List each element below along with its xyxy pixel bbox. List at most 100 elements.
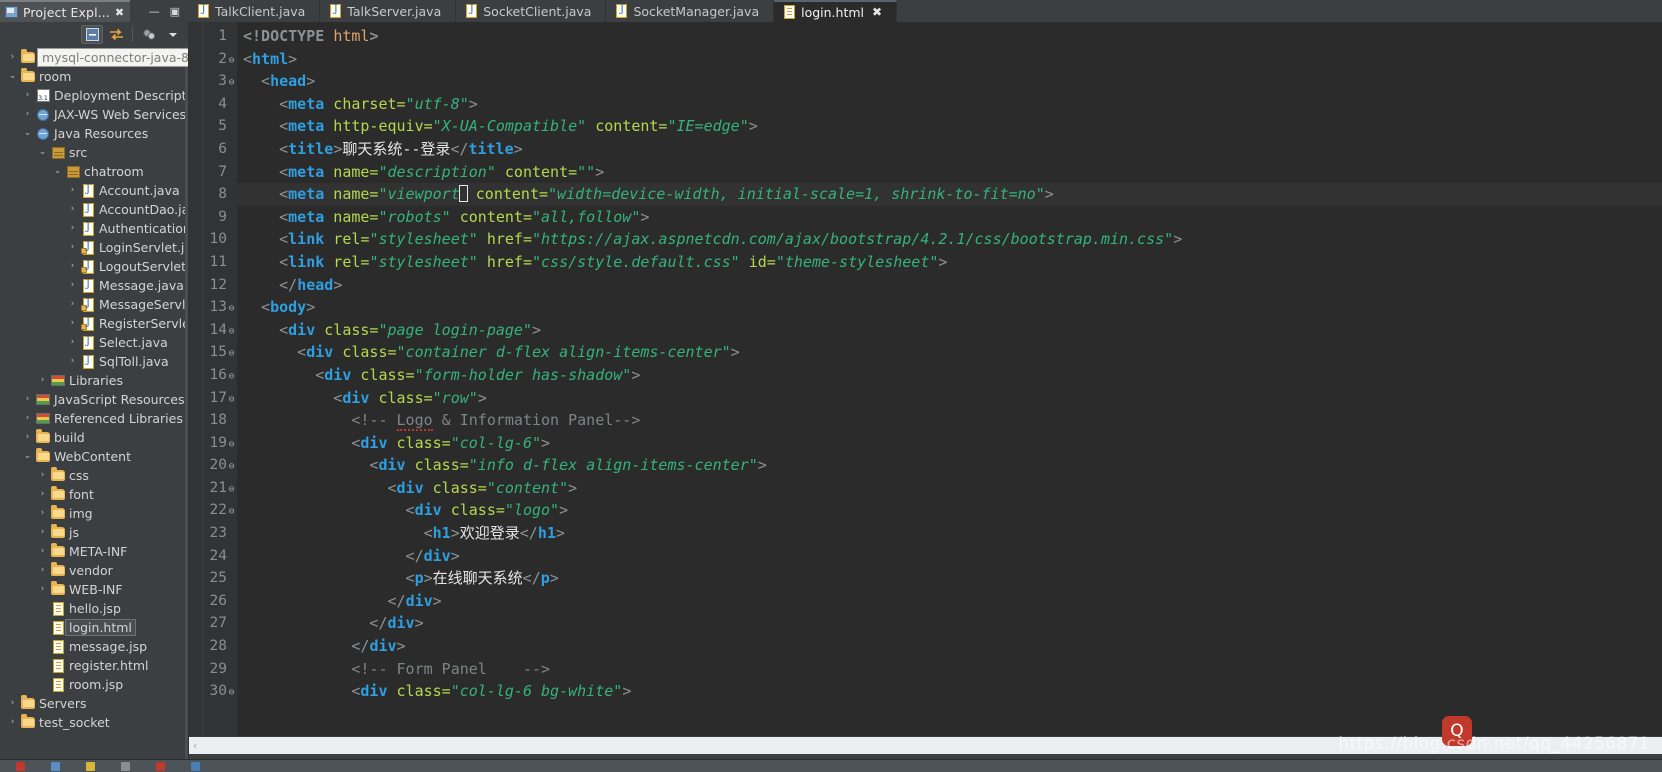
code-line[interactable]: </div> bbox=[237, 545, 1662, 568]
chevron-down-icon[interactable]: ⌄ bbox=[51, 167, 64, 176]
editor-tab-socketclient-java[interactable]: SocketClient.java bbox=[456, 0, 607, 22]
code-line[interactable]: </head> bbox=[237, 274, 1662, 297]
sidebar-item-message-jsp[interactable]: message.jsp bbox=[0, 637, 188, 656]
chevron-right-icon[interactable]: › bbox=[21, 395, 34, 404]
chevron-right-icon[interactable]: › bbox=[6, 53, 19, 62]
sidebar-item-referenced-libraries[interactable]: › Referenced Libraries bbox=[0, 409, 188, 428]
sidebar-item-hello-jsp[interactable]: hello.jsp bbox=[0, 599, 188, 618]
chevron-down-icon[interactable]: ⌄ bbox=[21, 129, 34, 138]
view-menu-button[interactable] bbox=[138, 25, 160, 44]
maximize-icon[interactable]: ▣ bbox=[170, 6, 180, 17]
sidebar-item-deployment-descripto[interactable]: › Deployment Descripto bbox=[0, 86, 188, 105]
close-view-icon[interactable]: ✖ bbox=[115, 6, 124, 19]
link-with-editor-button[interactable] bbox=[105, 25, 127, 44]
minimize-icon[interactable]: — bbox=[149, 6, 160, 17]
chevron-right-icon[interactable]: › bbox=[36, 471, 49, 480]
fold-toggle-icon[interactable]: ⊖ bbox=[227, 50, 236, 73]
sidebar-item-mysql-connector-java-8-0-17[interactable]: › mysql-connector-java-8.0.17 bbox=[0, 48, 188, 67]
sidebar-item-sqltoll-java[interactable]: › SqlToll.java bbox=[0, 352, 188, 371]
code-line[interactable]: <meta http-equiv="X-UA-Compatible" conte… bbox=[237, 115, 1662, 138]
project-tree[interactable]: › mysql-connector-java-8.0.17 ⌄ room › Deploy… bbox=[0, 47, 188, 772]
code-line[interactable]: </div> bbox=[237, 590, 1662, 613]
chevron-right-icon[interactable]: › bbox=[66, 300, 79, 309]
close-icon[interactable]: ✖ bbox=[872, 5, 882, 19]
code-line[interactable]: <!-- Logo & Information Panel--> bbox=[237, 409, 1662, 432]
sidebar-item-build[interactable]: › build bbox=[0, 428, 188, 447]
sidebar-item-src[interactable]: ⌄ src bbox=[0, 143, 188, 162]
sidebar-item-test-socket[interactable]: › test_socket bbox=[0, 713, 188, 732]
chevron-right-icon[interactable]: › bbox=[66, 243, 79, 252]
chevron-right-icon[interactable]: › bbox=[36, 528, 49, 537]
chevron-right-icon[interactable]: › bbox=[66, 357, 79, 366]
taskbar-item-2[interactable] bbox=[51, 761, 60, 771]
sidebar-item-jax-ws-web-services[interactable]: › JAX-WS Web Services bbox=[0, 105, 188, 124]
code-line[interactable]: <div class="page login-page"> bbox=[237, 319, 1662, 342]
sidebar-item-loginservlet-j[interactable]: › LoginServlet.j bbox=[0, 238, 188, 257]
code-line[interactable]: <title>聊天系统--登录</title> bbox=[237, 138, 1662, 161]
sidebar-item-chatroom[interactable]: ⌄ chatroom bbox=[0, 162, 188, 181]
fold-toggle-icon[interactable]: ⊖ bbox=[227, 72, 236, 95]
chevron-right-icon[interactable]: › bbox=[36, 376, 49, 385]
sidebar-item-meta-inf[interactable]: › META-INF bbox=[0, 542, 188, 561]
taskbar-item-4[interactable] bbox=[121, 761, 130, 771]
code-line[interactable]: </div> bbox=[237, 635, 1662, 658]
code-line[interactable]: <meta charset="utf-8"> bbox=[237, 93, 1662, 116]
chevron-down-icon[interactable]: ⌄ bbox=[36, 148, 49, 157]
chevron-right-icon[interactable]: › bbox=[66, 205, 79, 214]
sidebar-item-register-html[interactable]: register.html bbox=[0, 656, 188, 675]
sidebar-item-webcontent[interactable]: ⌄ WebContent bbox=[0, 447, 188, 466]
code-line[interactable]: <link rel="stylesheet" href="https://aja… bbox=[237, 228, 1662, 251]
project-explorer-tab[interactable]: Project Expl... ✖ bbox=[0, 0, 131, 22]
code-line[interactable]: <div class="form-holder has-shadow"> bbox=[237, 364, 1662, 387]
chevron-down-icon[interactable]: ⌄ bbox=[21, 452, 34, 461]
sidebar-item-js[interactable]: › js bbox=[0, 523, 188, 542]
chevron-right-icon[interactable]: › bbox=[36, 566, 49, 575]
code-content[interactable]: <!DOCTYPE html> <html> <head> <meta chars… bbox=[237, 22, 1662, 736]
code-line[interactable]: <h1>欢迎登录</h1> bbox=[237, 522, 1662, 545]
sidebar-item-libraries[interactable]: › Libraries bbox=[0, 371, 188, 390]
sidebar-item-servers[interactable]: › Servers bbox=[0, 694, 188, 713]
chevron-right-icon[interactable]: › bbox=[66, 186, 79, 195]
sidebar-item-room-jsp[interactable]: room.jsp bbox=[0, 675, 188, 694]
sidebar-item-room[interactable]: ⌄ room bbox=[0, 67, 188, 86]
sidebar-item-message-java[interactable]: › Message.java bbox=[0, 276, 188, 295]
chevron-right-icon[interactable]: › bbox=[6, 718, 19, 727]
code-line[interactable]: <html> bbox=[237, 48, 1662, 71]
editor-tab-socketmanager-java[interactable]: SocketManager.java bbox=[606, 0, 775, 22]
editor-marker-bar[interactable] bbox=[189, 22, 203, 736]
sidebar-scrollbar[interactable] bbox=[185, 47, 188, 772]
chevron-right-icon[interactable]: › bbox=[66, 319, 79, 328]
collapse-all-button[interactable] bbox=[81, 25, 103, 44]
fold-toggle-icon[interactable]: ⊖ bbox=[227, 501, 236, 524]
sidebar-item-registerservle[interactable]: › RegisterServle bbox=[0, 314, 188, 333]
fold-toggle-icon[interactable]: ⊖ bbox=[227, 434, 236, 457]
sidebar-item-logoutservlet[interactable]: › LogoutServlet bbox=[0, 257, 188, 276]
fold-toggle-icon[interactable]: ⊖ bbox=[227, 366, 236, 389]
code-line[interactable]: <p>在线聊天系统</p> bbox=[237, 567, 1662, 590]
sidebar-item-select-java[interactable]: › Select.java bbox=[0, 333, 188, 352]
editor-tab-talkclient-java[interactable]: TalkClient.java bbox=[188, 0, 321, 22]
code-line[interactable]: <body> bbox=[237, 296, 1662, 319]
code-line[interactable]: <head> bbox=[237, 70, 1662, 93]
sidebar-item-img[interactable]: › img bbox=[0, 504, 188, 523]
sidebar-item-java-resources[interactable]: ⌄ Java Resources bbox=[0, 124, 188, 143]
chevron-right-icon[interactable]: › bbox=[66, 262, 79, 271]
code-line[interactable]: <link rel="stylesheet" href="css/style.d… bbox=[237, 251, 1662, 274]
chevron-right-icon[interactable]: › bbox=[21, 91, 34, 100]
fold-toggle-icon[interactable]: ⊖ bbox=[227, 682, 236, 705]
taskbar-item-5[interactable] bbox=[156, 761, 165, 771]
sidebar-item-authentication[interactable]: › Authentication bbox=[0, 219, 188, 238]
code-line[interactable]: <div class="content"> bbox=[237, 477, 1662, 500]
code-line[interactable]: <div class="col-lg-6"> bbox=[237, 432, 1662, 455]
chevron-right-icon[interactable]: › bbox=[66, 281, 79, 290]
taskbar-item-3[interactable] bbox=[86, 761, 95, 771]
code-line[interactable]: <div class="container d-flex align-items… bbox=[237, 341, 1662, 364]
editor-tab-login-html[interactable]: login.html ✖ bbox=[774, 0, 898, 22]
chevron-right-icon[interactable]: › bbox=[21, 414, 34, 423]
taskbar-item-1[interactable] bbox=[16, 761, 25, 771]
sidebar-item-account-java[interactable]: › Account.java bbox=[0, 181, 188, 200]
code-line[interactable]: </div> bbox=[237, 612, 1662, 635]
sidebar-item-web-inf[interactable]: › WEB-INF bbox=[0, 580, 188, 599]
sidebar-item-messageservl[interactable]: › MessageServl bbox=[0, 295, 188, 314]
chevron-right-icon[interactable]: › bbox=[66, 338, 79, 347]
